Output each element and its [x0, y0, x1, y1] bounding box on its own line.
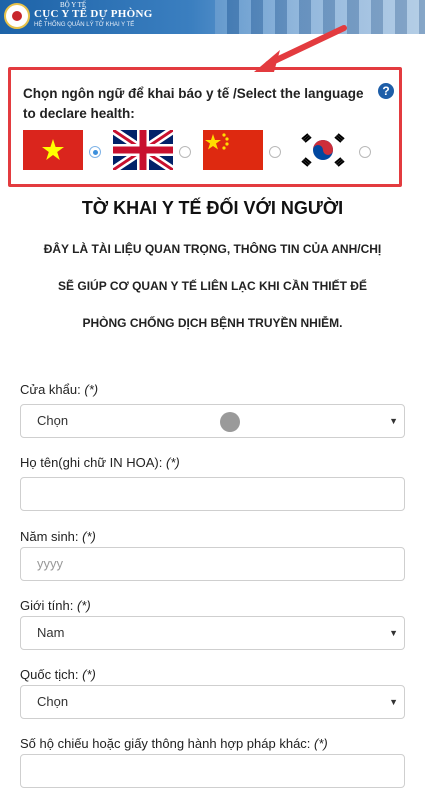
gender-label: Giới tính: (*): [20, 598, 91, 613]
gender-select[interactable]: Nam ▼: [20, 616, 405, 650]
china-flag[interactable]: [203, 130, 263, 170]
full-name-label: Họ tên(ghi chữ IN HOA): (*): [20, 455, 180, 470]
birth-year-input[interactable]: yyyy: [20, 547, 405, 581]
language-radio-english[interactable]: [179, 146, 191, 158]
passport-label: Số hộ chiếu hoặc giấy thông hành hợp phá…: [20, 736, 328, 751]
birth-year-label: Năm sinh: (*): [20, 529, 96, 544]
banner-photo: [215, 0, 425, 34]
notice-line-1: ĐÂY LÀ TÀI LIỆU QUAN TRỌNG, THÔNG TIN CỦ…: [43, 242, 382, 256]
uk-flag[interactable]: [113, 130, 173, 170]
language-radio-korean[interactable]: [359, 146, 371, 158]
form-title: TỜ KHAI Y TẾ ĐỐI VỚI NGƯỜI: [81, 198, 344, 218]
vietnam-flag[interactable]: [23, 130, 83, 170]
passport-input[interactable]: [20, 754, 405, 788]
chevron-down-icon: ▼: [389, 697, 398, 707]
nationality-label: Quốc tịch: (*): [20, 667, 96, 682]
language-selector: Chọn ngôn ngữ để khai báo y tế /Select t…: [8, 67, 402, 187]
korea-flag[interactable]: [293, 130, 353, 170]
notice-line-2: SẼ GIÚP CƠ QUAN Y TẾ LIÊN LẠC KHI CẦN TH…: [58, 279, 367, 293]
ministry-logo-icon: [4, 3, 30, 29]
language-prompt: Chọn ngôn ngữ để khai báo y tế /Select t…: [23, 86, 364, 121]
border-gate-select[interactable]: Chọn ▼: [20, 404, 405, 438]
system-name: HỆ THỐNG QUẢN LÝ TỜ KHAI Y TẾ: [34, 22, 135, 28]
chevron-down-icon: ▼: [389, 628, 398, 638]
help-icon[interactable]: ?: [378, 83, 394, 99]
full-name-input[interactable]: [20, 477, 405, 511]
cursor-indicator: [220, 412, 240, 432]
language-radio-vietnamese[interactable]: [89, 146, 101, 158]
header-banner: BỘ Y TẾ CỤC Y TẾ DỰ PHÒNG HỆ THỐNG QUẢN …: [0, 0, 425, 34]
nationality-select[interactable]: Chọn ▼: [20, 685, 405, 719]
department-name: CỤC Y TẾ DỰ PHÒNG: [34, 8, 153, 20]
chevron-down-icon: ▼: [389, 416, 398, 426]
border-gate-label: Cửa khẩu: (*): [20, 382, 99, 397]
language-radio-chinese[interactable]: [269, 146, 281, 158]
notice-line-3: PHÒNG CHỐNG DỊCH BỆNH TRUYỀN NHIỄM.: [82, 316, 343, 330]
